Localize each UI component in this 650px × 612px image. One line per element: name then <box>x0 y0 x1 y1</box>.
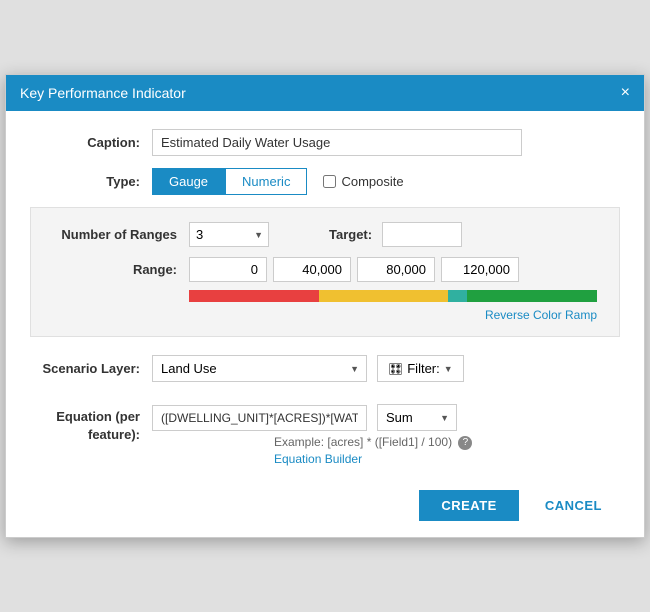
equation-controls: Sum Average Count Example: [acres] * ([F… <box>152 404 472 466</box>
ramp-yellow <box>319 290 449 302</box>
close-button[interactable]: × <box>621 85 630 101</box>
range-input-2[interactable] <box>357 257 435 282</box>
caption-input[interactable] <box>152 129 522 156</box>
ranges-select-wrap: 3 2 4 <box>189 222 269 247</box>
equation-example: Example: [acres] * ([Field1] / 100) ? <box>274 435 472 450</box>
sum-select-wrap: Sum Average Count <box>377 404 457 431</box>
help-icon[interactable]: ? <box>458 436 472 450</box>
ramp-teal <box>448 290 467 302</box>
composite-checkbox-label[interactable]: Composite <box>323 174 403 189</box>
range-label: Range: <box>47 262 177 277</box>
dialog-title: Key Performance Indicator <box>20 85 186 101</box>
color-ramp <box>189 290 597 302</box>
equation-label: Equation (per feature): <box>30 404 140 444</box>
dialog-body: Caption: Type: Gauge Numeric Composite N… <box>6 111 644 480</box>
gauge-button[interactable]: Gauge <box>152 168 225 195</box>
kpi-dialog: Key Performance Indicator × Caption: Typ… <box>5 74 645 538</box>
ranges-row: Number of Ranges 3 2 4 Target: <box>47 222 603 247</box>
range-input-1[interactable] <box>273 257 351 282</box>
scenario-select-wrap: Land Use Option 2 Option 3 <box>152 355 367 382</box>
target-input[interactable] <box>382 222 462 247</box>
equation-builder-link[interactable]: Equation Builder <box>274 452 472 466</box>
target-label: Target: <box>329 227 372 242</box>
dialog-header: Key Performance Indicator × <box>6 75 644 111</box>
ranges-select[interactable]: 3 2 4 <box>189 222 269 247</box>
range-input-0[interactable] <box>189 257 267 282</box>
dialog-footer: CREATE CANCEL <box>6 480 644 537</box>
type-row: Type: Gauge Numeric Composite <box>30 168 620 195</box>
filter-button[interactable]: 🎛 Filter: ▼ <box>377 355 464 382</box>
equation-input[interactable] <box>152 405 367 431</box>
ramp-red <box>189 290 319 302</box>
caption-row: Caption: <box>30 129 620 156</box>
filter-icon: 🎛 <box>388 362 403 376</box>
equation-row: Equation (per feature): Sum Average Coun… <box>30 404 620 466</box>
reverse-color-ramp-link[interactable]: Reverse Color Ramp <box>47 308 597 322</box>
type-buttons: Gauge Numeric Composite <box>152 168 404 195</box>
range-values-row: Range: <box>47 257 603 282</box>
number-of-ranges-label: Number of Ranges <box>47 227 177 242</box>
cancel-button[interactable]: CANCEL <box>527 490 620 521</box>
filter-label: Filter: <box>407 361 440 376</box>
composite-checkbox[interactable] <box>323 175 336 188</box>
sum-select[interactable]: Sum Average Count <box>377 404 457 431</box>
numeric-button[interactable]: Numeric <box>225 168 307 195</box>
caption-label: Caption: <box>30 135 140 150</box>
type-label: Type: <box>30 174 140 189</box>
ramp-green <box>467 290 597 302</box>
ranges-section: Number of Ranges 3 2 4 Target: Range: <box>30 207 620 337</box>
filter-arrow-icon: ▼ <box>444 364 453 374</box>
scenario-label: Scenario Layer: <box>30 361 140 376</box>
scenario-select[interactable]: Land Use Option 2 Option 3 <box>152 355 367 382</box>
create-button[interactable]: CREATE <box>419 490 518 521</box>
scenario-row: Scenario Layer: Land Use Option 2 Option… <box>30 351 620 392</box>
range-input-3[interactable] <box>441 257 519 282</box>
